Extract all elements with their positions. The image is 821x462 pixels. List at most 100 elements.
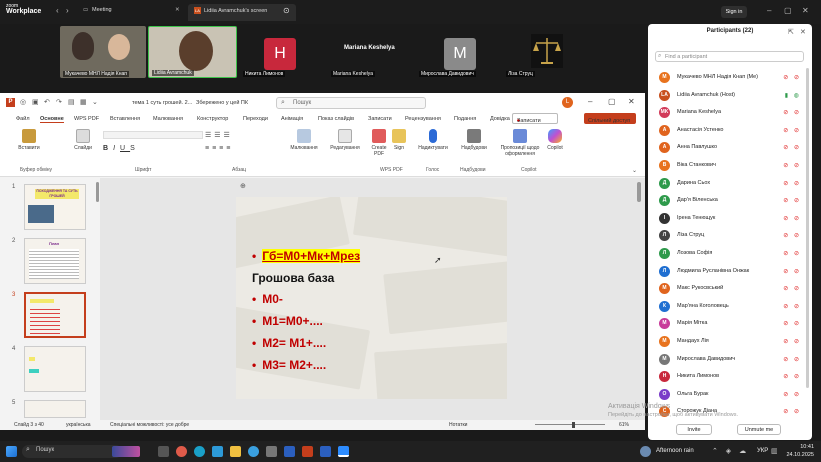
video-tile-davydovych[interactable]: M Мирослава Давидович <box>416 26 501 78</box>
dictate-button[interactable]: Надиктувати <box>416 129 450 151</box>
close-window-icon[interactable]: ✕ <box>802 6 809 15</box>
autosave-icon[interactable]: ◎ <box>20 98 26 106</box>
mic-video-status-icon[interactable]: ⊘ ⊘ <box>783 197 801 204</box>
participant-row[interactable]: Д Дар'я Віленська ⊘ ⊘ <box>655 192 805 209</box>
taskbar-search[interactable]: ⌕ Пошук <box>22 445 122 458</box>
create-pdf-button[interactable]: Create PDF <box>368 129 390 157</box>
tab-wps-pdf[interactable]: WPS PDF <box>74 116 99 122</box>
mic-video-status-icon[interactable]: ⊘ ⊘ <box>783 408 801 415</box>
tab-draw[interactable]: Малювання <box>153 116 183 122</box>
participant-row[interactable]: Д Дарина Сьох ⊘ ⊘ <box>655 175 805 192</box>
edge-icon[interactable] <box>194 446 205 457</box>
minimize-icon[interactable]: – <box>588 97 592 106</box>
share-button[interactable]: Спільний доступ <box>584 113 636 124</box>
slide-thumbnail-3[interactable] <box>24 292 86 338</box>
windows-start-icon[interactable] <box>6 446 17 457</box>
minimize-icon[interactable]: – <box>767 6 771 15</box>
participant-row[interactable]: LA Lidiia Avramchuk (Host) ▮ ◍ <box>655 87 805 104</box>
mic-video-status-icon[interactable]: ⊘ ⊘ <box>783 268 801 275</box>
tab-transitions[interactable]: Переходи <box>243 116 268 122</box>
mic-video-status-icon[interactable]: ▮ ◍ <box>785 92 801 99</box>
participant-row[interactable]: М Мукачево МНЛ Надія Кнап (Me) ⊘ ⊘ <box>655 69 805 86</box>
slide-canvas[interactable]: Гб=М0+Мк+Мрез Грошова база М0- М1=М0+...… <box>236 197 507 399</box>
mic-video-status-icon[interactable]: ⊘ ⊘ <box>783 338 801 345</box>
tab-home[interactable]: Основне <box>40 116 64 123</box>
forward-arrow-icon[interactable]: › <box>66 6 69 15</box>
mic-video-status-icon[interactable]: ⊘ ⊘ <box>783 74 801 81</box>
video-tile-lymonov[interactable]: H Никита Лимонов <box>240 26 325 78</box>
mic-video-status-icon[interactable]: ⊘ ⊘ <box>783 285 801 292</box>
video-tile-struts[interactable]: Ліза Струц <box>503 26 589 78</box>
widgets-icon[interactable] <box>112 446 140 457</box>
participant-row[interactable]: Л Лозова Софія ⊘ ⊘ <box>655 245 805 262</box>
tab-help[interactable]: Довідка <box>490 116 510 122</box>
invite-button[interactable]: Invite <box>676 424 712 435</box>
close-panel-icon[interactable]: ✕ <box>800 28 806 36</box>
back-arrow-icon[interactable]: ‹ <box>56 6 59 15</box>
tab-record[interactable]: Записати <box>368 116 392 122</box>
mic-video-status-icon[interactable]: ⊘ ⊘ <box>783 391 801 398</box>
save-icon[interactable]: ▣ <box>32 98 39 106</box>
drawing-button[interactable]: Малювання <box>286 129 322 151</box>
mic-video-status-icon[interactable]: ⊘ ⊘ <box>783 109 801 116</box>
more-options-icon[interactable]: ⊙ <box>283 6 290 15</box>
tab-review[interactable]: Рецензування <box>405 116 441 122</box>
participant-row[interactable]: К Мар'яна Коголовець ⊘ ⊘ <box>655 298 805 315</box>
mic-video-status-icon[interactable]: ⊘ ⊘ <box>783 144 801 151</box>
zoom-slider[interactable] <box>535 424 605 425</box>
copilot-button[interactable]: Copilot <box>544 129 566 151</box>
slide-thumbnail-5[interactable] <box>24 400 86 418</box>
participant-row[interactable]: М Мандаух Лія ⊘ ⊘ <box>655 333 805 350</box>
task-view-icon[interactable] <box>158 446 169 457</box>
language-indicator[interactable]: УКР <box>757 448 768 454</box>
mic-video-status-icon[interactable]: ⊘ ⊘ <box>783 373 801 380</box>
video-tile-avramchuk[interactable]: Lidiia Avramchuk <box>148 26 237 78</box>
tab-animations[interactable]: Анімація <box>281 116 303 122</box>
customize-icon[interactable]: ⌄ <box>92 98 98 106</box>
video-tile-knap[interactable]: Мукачево МНЛ Надія Кнап <box>60 26 146 78</box>
clock[interactable]: 10:41 24.10.2025 <box>780 443 814 459</box>
weather-text[interactable]: Afternoon rain <box>656 448 694 454</box>
editor-scrollbar[interactable] <box>637 182 641 202</box>
mic-video-status-icon[interactable]: ⊘ ⊘ <box>783 250 801 257</box>
record-button[interactable]: ⏺ Записати <box>512 113 558 124</box>
maximize-icon[interactable]: ▢ <box>784 6 792 15</box>
maximize-icon[interactable]: ▢ <box>608 97 616 106</box>
accessibility-status[interactable]: Спеціальні можливості: усе добре <box>110 422 189 428</box>
participant-row[interactable]: Н Никита Лимонов ⊘ ⊘ <box>655 368 805 385</box>
designer-button[interactable]: Пропозиції щодо оформлення <box>496 129 544 157</box>
participant-row[interactable]: А Анна Павлушко ⊘ ⊘ <box>655 139 805 156</box>
redo-icon[interactable]: ↷ <box>56 98 62 106</box>
mic-video-status-icon[interactable]: ⊘ ⊘ <box>783 232 801 239</box>
participant-search-input[interactable]: ⌕ Find a participant <box>655 51 804 62</box>
sign-in-button[interactable]: Sign in <box>721 6 747 18</box>
zoom-icon[interactable] <box>338 446 349 457</box>
mic-video-status-icon[interactable]: ⊘ ⊘ <box>783 127 801 134</box>
addins-button[interactable]: Надбудови <box>457 129 491 151</box>
quick-access-icon[interactable]: ▦ <box>80 98 87 106</box>
undo-icon[interactable]: ↶ <box>44 98 50 106</box>
participant-row[interactable]: Л Людмила Русланівна Онжак ⊘ ⊘ <box>655 263 805 280</box>
powerpoint-icon[interactable] <box>302 446 313 457</box>
align-icons[interactable]: ≡≡≡≡ <box>205 145 233 152</box>
participant-row[interactable]: О Ольга Бурак ⊘ ⊘ <box>655 386 805 403</box>
participant-row[interactable]: М Марія Мітка ⊘ ⊘ <box>655 315 805 332</box>
thumbnail-scrollbar[interactable] <box>96 182 99 202</box>
slideshow-icon[interactable]: ▤ <box>68 98 75 106</box>
slide-thumbnail-1[interactable]: ПОХОДЖЕННЯ ТА СУТЬ ГРОШЕЙ <box>24 184 86 230</box>
collapse-ribbon-icon[interactable]: ⌄ <box>632 167 637 174</box>
tab-meeting[interactable]: Meeting <box>92 7 112 13</box>
app-icon[interactable] <box>176 446 187 457</box>
zoom-slider-handle[interactable] <box>572 422 575 428</box>
app-icon[interactable] <box>212 446 223 457</box>
account-avatar[interactable]: L <box>562 97 573 108</box>
popout-icon[interactable]: ⇱ <box>788 28 794 36</box>
participant-row[interactable]: І Ірена Тенющук ⊘ ⊘ <box>655 210 805 227</box>
file-name[interactable]: тема 1 суть грошей. 2... <box>132 100 192 106</box>
tray-icons[interactable]: ⌃ ◈ ☁ <box>712 447 749 455</box>
font-name-box[interactable] <box>103 131 203 139</box>
app-icon[interactable] <box>266 446 277 457</box>
tab-file[interactable]: Файл <box>16 116 30 122</box>
tab-design[interactable]: Конструктор <box>197 116 228 122</box>
sign-button[interactable]: Sign <box>390 129 408 151</box>
